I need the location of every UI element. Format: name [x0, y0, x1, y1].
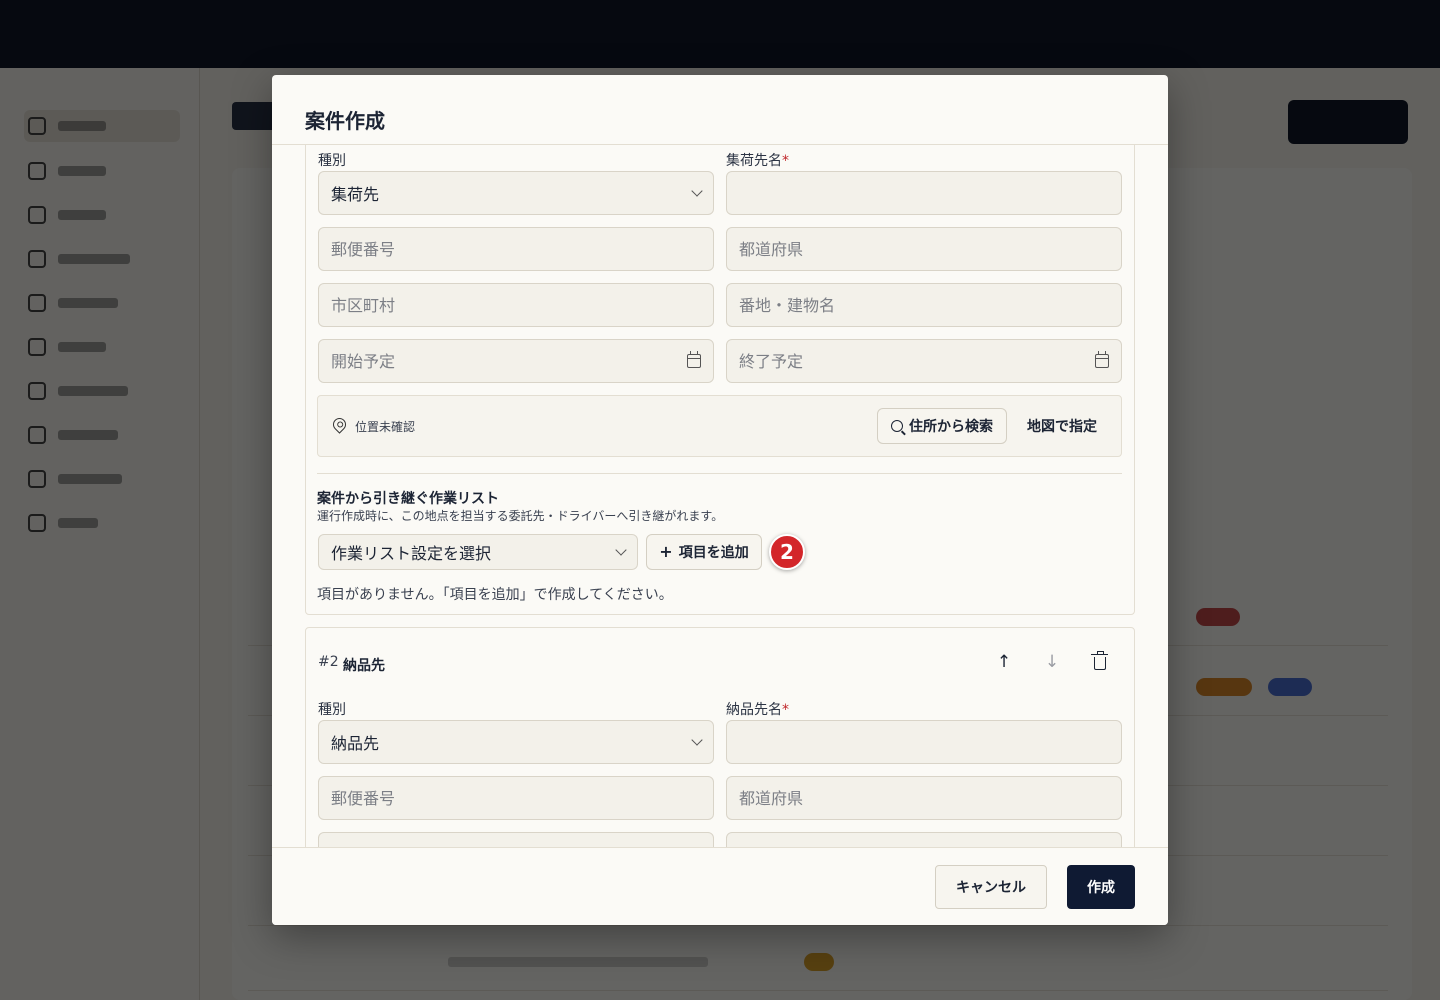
pickup-postal-field[interactable]: [331, 239, 701, 259]
delivery-name-input[interactable]: [726, 720, 1122, 764]
search-address-button[interactable]: 住所から検索: [877, 408, 1007, 444]
delivery-name-label: 納品先名*: [726, 702, 789, 718]
dialog-header: 案件作成: [272, 75, 1168, 145]
calendar-icon[interactable]: [687, 351, 701, 368]
location-status-text: 位置未確認: [355, 420, 416, 434]
pickup-city-input[interactable]: [318, 283, 714, 327]
dialog-footer: キャンセル 作成: [272, 847, 1168, 925]
calendar-icon[interactable]: [1095, 351, 1109, 368]
add-item-label: 項目を追加: [678, 545, 749, 561]
delivery-prefecture-field[interactable]: [739, 788, 1109, 808]
dialog-title: 案件作成: [305, 109, 385, 133]
search-icon: [891, 420, 903, 432]
pickup-start-field[interactable]: [331, 351, 701, 371]
worklist-select[interactable]: 作業リスト設定を選択: [318, 534, 638, 570]
create-case-dialog: 案件作成 種別 集荷先 集荷先名* 位置未確認 住所から検索 地図で指定 案件か…: [272, 75, 1168, 925]
delivery-postal-input[interactable]: [318, 776, 714, 820]
step-badge: 2: [769, 534, 805, 570]
worklist-select-value: 作業リスト設定を選択: [331, 544, 492, 563]
trash-icon: [1091, 651, 1108, 670]
plus-icon: +: [659, 542, 673, 561]
worklist-section-title: 案件から引き継ぐ作業リスト: [317, 491, 499, 507]
worklist-section-description: 運行作成時に、この地点を担当する委託先・ドライバーへ引き継がれます。: [317, 509, 724, 523]
pickup-prefecture-input[interactable]: [726, 227, 1122, 271]
delivery-point-title: 納品先: [343, 658, 385, 674]
worklist-empty-message: 項目がありません。「項目を追加」で作成してください。: [317, 587, 673, 603]
pickup-end-field[interactable]: [739, 351, 1109, 371]
pickup-type-value: 集荷先: [331, 185, 380, 204]
chevron-down-icon: [691, 734, 703, 746]
pickup-type-label: 種別: [318, 153, 346, 169]
pickup-start-date-input[interactable]: [318, 339, 714, 383]
delete-point-button[interactable]: [1086, 648, 1114, 676]
required-mark: *: [782, 702, 789, 718]
pickup-name-input[interactable]: [726, 171, 1122, 215]
delivery-type-value: 納品先: [331, 734, 380, 753]
delivery-type-label: 種別: [318, 702, 346, 718]
chevron-down-icon: [615, 544, 627, 556]
create-button[interactable]: 作成: [1067, 865, 1135, 909]
map-pin-icon: [330, 415, 349, 434]
delivery-city-input[interactable]: [318, 832, 714, 847]
search-address-label: 住所から検索: [909, 419, 993, 435]
location-status-box: 位置未確認 住所から検索 地図で指定: [317, 395, 1122, 457]
delivery-name-field[interactable]: [739, 732, 1109, 752]
chevron-down-icon: [691, 185, 703, 197]
section-divider: [317, 473, 1122, 474]
move-up-button[interactable]: ↑: [990, 648, 1018, 676]
delivery-postal-field[interactable]: [331, 788, 701, 808]
move-down-button[interactable]: ↓: [1038, 648, 1066, 676]
dialog-body[interactable]: 種別 集荷先 集荷先名* 位置未確認 住所から検索 地図で指定 案件から引き継ぐ…: [272, 145, 1168, 847]
pickup-address-input[interactable]: [726, 283, 1122, 327]
arrow-down-icon: ↓: [1044, 652, 1060, 672]
delivery-prefecture-input[interactable]: [726, 776, 1122, 820]
pickup-name-label: 集荷先名*: [726, 153, 789, 169]
pickup-end-date-input[interactable]: [726, 339, 1122, 383]
pickup-postal-input[interactable]: [318, 227, 714, 271]
arrow-up-icon: ↑: [996, 652, 1012, 672]
pickup-address-field[interactable]: [739, 295, 1109, 315]
add-item-button[interactable]: + 項目を追加: [646, 534, 762, 570]
delivery-point-number: #2: [318, 654, 339, 670]
pick-on-map-button[interactable]: 地図で指定: [1017, 408, 1107, 444]
pickup-city-field[interactable]: [331, 295, 701, 315]
cancel-button[interactable]: キャンセル: [935, 865, 1047, 909]
delivery-type-select[interactable]: 納品先: [318, 720, 714, 764]
pickup-prefecture-field[interactable]: [739, 239, 1109, 259]
delivery-address-input[interactable]: [726, 832, 1122, 847]
pickup-name-field[interactable]: [739, 183, 1109, 203]
pickup-type-select[interactable]: 集荷先: [318, 171, 714, 215]
required-mark: *: [782, 153, 789, 169]
